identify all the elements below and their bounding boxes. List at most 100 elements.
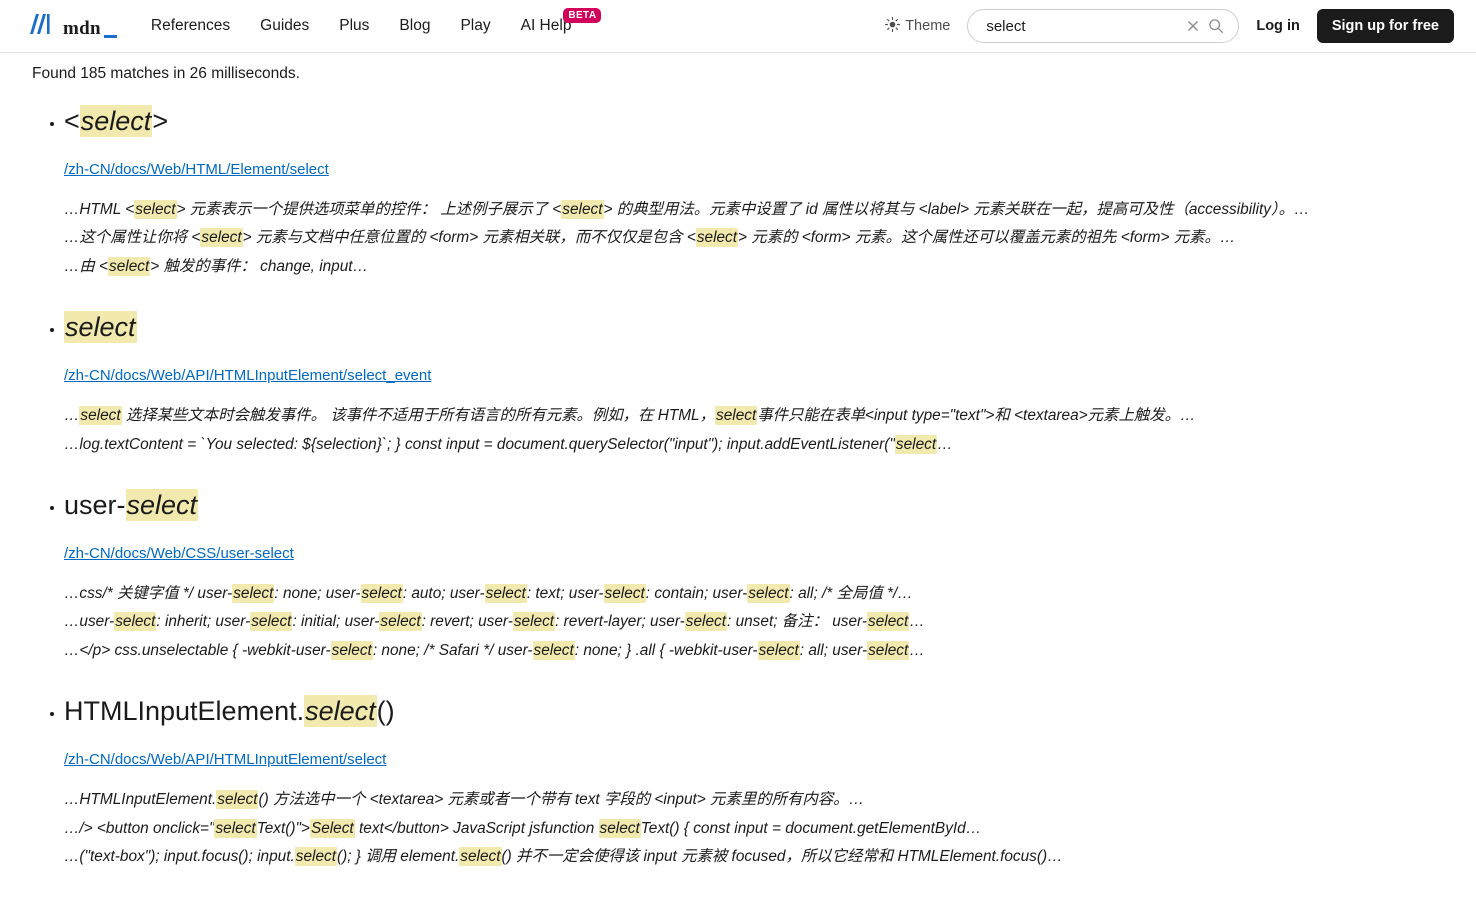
highlight-term: select <box>330 640 373 660</box>
result-snippet-line: …</p> css.unselectable { -webkit-user-se… <box>64 637 1446 666</box>
result-snippet-line: …("text-box"); input.focus(); input.sele… <box>64 843 1446 872</box>
highlight-term: select <box>125 489 199 521</box>
result-url-link[interactable]: /zh-CN/docs/Web/CSS/user-select <box>64 545 294 562</box>
text-run: … <box>909 613 925 631</box>
header-actions: Theme Log in Sign up for free <box>885 9 1454 43</box>
text-run: …HTMLInputElement. <box>64 791 217 808</box>
text-run: < <box>64 106 80 136</box>
highlight-term: select <box>757 640 800 660</box>
highlight-term: select <box>684 612 728 632</box>
highlight-term: Select <box>309 818 355 838</box>
result-url-link[interactable]: /zh-CN/docs/Web/HTML/Element/select <box>64 161 329 178</box>
text-run: : text; user- <box>526 584 604 602</box>
search-form <box>967 9 1240 43</box>
text-run: > 元素与文档中任意位置的 <form> 元素相关联，而不仅仅是包含 < <box>242 229 696 247</box>
text-run: … <box>64 407 80 424</box>
text-run: : revert; user- <box>421 613 513 631</box>
text-run: : none; /* Safari */ user- <box>372 641 533 659</box>
highlight-term: select <box>214 818 257 838</box>
search-result-item: HTMLInputElement.select() /zh-CN/docs/Web… <box>30 695 1446 871</box>
result-url-link[interactable]: /zh-CN/docs/Web/API/HTMLInputElement/sel… <box>64 367 431 384</box>
result-url-link[interactable]: /zh-CN/docs/Web/API/HTMLInputElement/sel… <box>64 751 386 768</box>
highlight-term: select <box>64 311 137 344</box>
result-title[interactable]: user-select <box>64 489 1446 523</box>
highlight-term: select <box>114 612 157 632</box>
result-snippet-line: …/> <button onclick="selectText()">Selec… <box>64 815 1446 844</box>
highlight-term: select <box>561 199 604 219</box>
highlight-term: select <box>79 105 153 137</box>
nav-item-blog[interactable]: Blog <box>399 17 430 35</box>
mdn-logo-icon <box>28 13 58 40</box>
text-run: Text()"> <box>256 819 310 837</box>
result-title[interactable]: <select> <box>64 105 1446 139</box>
main-nav: References Guides Plus Blog Play AI Help… <box>151 8 602 35</box>
highlight-term: select <box>232 583 275 603</box>
highlight-term: select <box>867 640 910 660</box>
text-run: > <box>152 106 169 136</box>
results-count-text: Found 185 matches in 26 milliseconds. <box>32 65 300 82</box>
text-run: (); } 调用 element. <box>336 848 460 865</box>
highlight-term: select <box>532 640 575 660</box>
text-run: : inherit; user- <box>156 613 251 631</box>
text-run: : none; user- <box>274 584 361 602</box>
result-snippets: …HTMLInputElement.select() 方法选中一个 <texta… <box>64 786 1446 872</box>
highlight-term: select <box>459 847 502 866</box>
mdn-logo[interactable]: mdn <box>28 13 117 40</box>
text-run: : revert-layer; user- <box>555 613 685 631</box>
login-link[interactable]: Log in <box>1256 18 1300 34</box>
text-run: …log.textContent = `You selected: ${sele… <box>64 435 895 453</box>
search-results-page: Found 185 matches in 26 milliseconds. <s… <box>0 53 1476 872</box>
nav-item-plus[interactable]: Plus <box>339 17 369 35</box>
text-run: …HTML < <box>64 200 135 218</box>
nav-item-ai-help[interactable]: AI Help BETA <box>521 8 602 35</box>
text-run: > 元素的 <form> 元素。这个属性还可以覆盖元素的祖先 <form> 元素… <box>738 229 1236 247</box>
text-run: > 的典型用法。元素中设置了 id 属性以将其与 <label> 元素关联在一起… <box>603 200 1310 218</box>
text-run: () 并不一定会使得该 input 元素被 focused，所以它经常和 HTM… <box>501 848 1063 865</box>
result-title[interactable]: HTMLInputElement.select() <box>64 695 1446 729</box>
result-snippet-line: …HTMLInputElement.select() 方法选中一个 <texta… <box>64 786 1446 815</box>
text-run: …css/* 关键字值 */ user- <box>64 584 233 602</box>
result-snippet-line: …user-select: inherit; user-select: init… <box>64 608 1446 637</box>
highlight-term: select <box>108 256 151 276</box>
text-run: 事件只能在表单<input type="text">和 <textarea>元素… <box>757 407 1196 424</box>
text-run: Text() { const input = document.getEleme… <box>640 819 982 837</box>
mdn-logo-underscore <box>103 35 117 38</box>
text-run: : unset; 备注： user- <box>727 613 868 631</box>
site-header: mdn References Guides Plus Blog Play AI … <box>0 0 1476 53</box>
text-run: …user- <box>64 613 115 631</box>
highlight-term: select <box>294 847 337 866</box>
highlight-term: select <box>747 583 790 603</box>
text-run: () <box>376 696 395 727</box>
search-result-item: user-select/zh-CN/docs/Web/CSS/user-sele… <box>30 489 1446 665</box>
text-run: …</p> css.unselectable { -webkit-user- <box>64 641 331 659</box>
text-run: > 元素表示一个提供选项菜单的控件： 上述例子展示了 < <box>176 200 562 218</box>
result-title[interactable]: select <box>64 311 1446 345</box>
clear-search-icon[interactable] <box>1182 19 1204 33</box>
text-run: … <box>937 435 953 453</box>
text-run: …这个属性让你将 < <box>64 229 201 247</box>
text-run: () 方法选中一个 <textarea> 元素或者一个带有 text 字段的 <… <box>258 791 864 808</box>
text-run: … <box>909 641 925 659</box>
highlight-term: select <box>304 695 377 728</box>
nav-item-guides[interactable]: Guides <box>260 17 309 35</box>
search-icon[interactable] <box>1204 18 1228 34</box>
highlight-term: select <box>250 612 293 632</box>
mdn-logo-wordmark: mdn <box>63 17 101 39</box>
highlight-term: select <box>484 583 527 603</box>
search-input[interactable] <box>986 17 1183 35</box>
nav-item-references[interactable]: References <box>151 17 230 35</box>
result-snippet-line: …css/* 关键字值 */ user-select: none; user-s… <box>64 580 1446 609</box>
highlight-term: select <box>200 228 243 248</box>
highlight-term: select <box>603 583 646 603</box>
text-run: > 触发的事件： change, input… <box>150 257 368 275</box>
text-run: 选择某些文本时会触发事件。 该事件不适用于所有语言的所有元素。例如，在 HTML… <box>121 407 716 424</box>
theme-toggle-label: Theme <box>905 18 951 34</box>
beta-badge: BETA <box>563 8 602 23</box>
nav-item-play[interactable]: Play <box>460 17 490 35</box>
result-snippet-line: …log.textContent = `You selected: ${sele… <box>64 431 1446 460</box>
sun-icon <box>885 16 901 36</box>
search-result-item: <select>/zh-CN/docs/Web/HTML/Element/sel… <box>30 105 1446 281</box>
search-result-item: select/zh-CN/docs/Web/API/HTMLInputEleme… <box>30 311 1446 459</box>
signup-button[interactable]: Sign up for free <box>1316 9 1454 43</box>
theme-toggle-button[interactable]: Theme <box>885 16 951 36</box>
